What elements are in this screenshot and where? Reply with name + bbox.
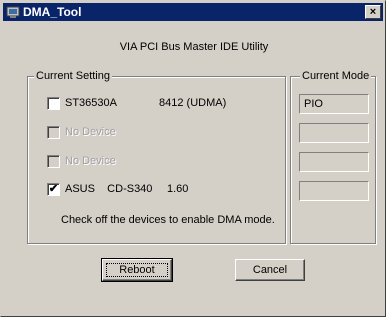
close-button[interactable]: × bbox=[365, 5, 381, 19]
device-4-name: ASUS CD-S340 bbox=[65, 183, 153, 195]
device-2-name: No Device bbox=[65, 126, 116, 138]
cancel-button-label: Cancel bbox=[252, 264, 288, 276]
device-4-checkbox[interactable]: ✔ bbox=[47, 183, 60, 196]
close-icon: × bbox=[369, 6, 377, 18]
device-2-checkbox bbox=[47, 126, 60, 139]
cancel-button[interactable]: Cancel bbox=[235, 259, 305, 281]
dma-tool-window: DMA_Tool × VIA PCI Bus Master IDE Utilit… bbox=[0, 0, 386, 317]
device-3-checkbox bbox=[47, 155, 60, 168]
device-2-mode-box bbox=[299, 123, 369, 143]
reboot-button[interactable]: Reboot bbox=[101, 258, 173, 282]
checkmark-icon: ✔ bbox=[48, 183, 59, 195]
device-1-mode-box: PIO bbox=[299, 94, 369, 114]
device-1-info: 8412 (UDMA) bbox=[159, 97, 227, 109]
device-1-checkbox[interactable] bbox=[47, 97, 60, 110]
current-mode-legend: Current Mode bbox=[300, 70, 372, 83]
app-icon bbox=[6, 6, 20, 18]
device-3-mode-box bbox=[299, 152, 369, 172]
utility-subtitle: VIA PCI Bus Master IDE Utility bbox=[119, 41, 269, 53]
device-4-mode-box bbox=[299, 181, 369, 201]
device-1-name: ST36530A bbox=[65, 97, 117, 109]
window-title: DMA_Tool bbox=[23, 5, 82, 19]
dma-hint-text: Check off the devices to enable DMA mode… bbox=[61, 214, 275, 226]
device-3-name: No Device bbox=[65, 155, 116, 167]
device-4-info: 1.60 bbox=[167, 183, 189, 195]
reboot-button-label: Reboot bbox=[119, 264, 155, 276]
current-setting-legend: Current Setting bbox=[34, 70, 112, 83]
title-bar[interactable]: DMA_Tool × bbox=[3, 3, 383, 21]
